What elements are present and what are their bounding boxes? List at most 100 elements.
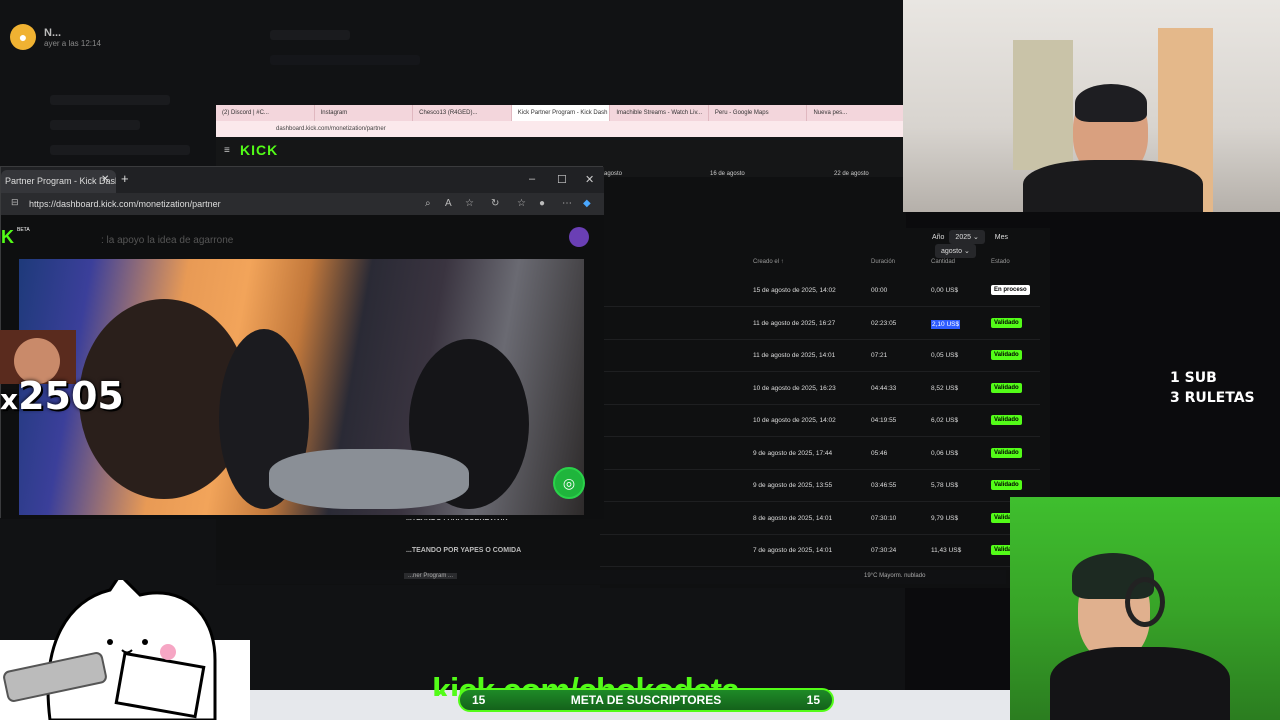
taskbar: ...ner Program ... 19°C Mayorm. nublado bbox=[216, 570, 1006, 584]
new-tab-icon[interactable]: + bbox=[121, 171, 129, 186]
cam-jacket bbox=[1013, 40, 1073, 170]
table-row: 8 de agosto de 2025, 14:01 07:30:10 9,79 U… bbox=[600, 503, 1040, 535]
close-tab-icon[interactable]: ✕ bbox=[101, 174, 109, 185]
cell-duration: 03:46:55 bbox=[871, 482, 897, 489]
close-window-icon[interactable]: ✕ bbox=[585, 173, 594, 186]
status-badge: Validado bbox=[991, 447, 1022, 458]
front-tab-title: Partner Program - Kick Dashb bbox=[5, 176, 116, 186]
minimize-icon[interactable]: – bbox=[529, 173, 535, 185]
front-browser-window: Partner Program - Kick Dashb ✕ + – ☐ ✕ ⊟… bbox=[0, 166, 604, 519]
table-row: 10 de agosto de 2025, 14:02 04:19:55 6,02 … bbox=[600, 405, 1040, 437]
front-address-bar[interactable]: https://dashboard.kick.com/monetization/… bbox=[9, 196, 429, 212]
status-badge: Validado bbox=[991, 382, 1022, 393]
cell-amount: 0,06 US$ bbox=[931, 449, 959, 457]
discord-ghost-row bbox=[270, 30, 350, 40]
back-address-bar[interactable]: dashboard.kick.com/monetization/partner bbox=[216, 121, 906, 137]
sub-line: 1 SUB bbox=[1170, 370, 1217, 386]
cell-amount: 9,79 US$ bbox=[931, 514, 959, 522]
cell-created: 9 de agosto de 2025, 13:55 bbox=[753, 482, 833, 489]
date-label: agosto bbox=[604, 171, 623, 177]
table-row: 9 de agosto de 2025, 17:44 05:46 0,06 US$ V… bbox=[600, 438, 1040, 470]
cell-created: 9 de agosto de 2025, 17:44 bbox=[753, 449, 833, 457]
webcam-top bbox=[903, 0, 1280, 212]
zoom-icon[interactable]: ⌕ bbox=[425, 198, 431, 209]
front-tab-active[interactable]: Partner Program - Kick Dashb bbox=[1, 170, 116, 193]
column-header-amount[interactable]: Cantidad bbox=[931, 259, 955, 265]
column-header-label: Creado el bbox=[753, 259, 780, 265]
discord-ghost-row bbox=[50, 145, 190, 155]
year-select[interactable]: 2025 ⌄ bbox=[949, 230, 985, 244]
read-aloud-icon[interactable]: A bbox=[445, 198, 452, 209]
hamburger-icon[interactable]: ≡ bbox=[224, 145, 230, 156]
user-avatar[interactable] bbox=[569, 227, 589, 247]
cell-duration: 07:30:24 bbox=[871, 547, 897, 554]
front-tab-bar: Partner Program - Kick Dashb ✕ + – ☐ ✕ bbox=[1, 167, 604, 193]
column-header-created[interactable]: Creado el ↑ bbox=[753, 259, 784, 265]
discord-message-header: ● N... ayer a las 12:14 bbox=[10, 20, 310, 54]
stream-title: ...TEANDO POR YAPES O COMIDA bbox=[406, 547, 522, 554]
status-badge: Validado bbox=[991, 480, 1022, 490]
front-page-content: K BETA : la apoyo la idea de agarrone ◎ bbox=[1, 215, 604, 519]
date-label: 22 de agosto bbox=[834, 171, 869, 177]
cell-created: 11 de agosto de 2025, 16:27 bbox=[753, 319, 836, 327]
back-tab[interactable]: Instagram bbox=[315, 105, 414, 121]
discord-ghost-row bbox=[270, 55, 420, 65]
taskbar-item[interactable]: ...ner Program ... bbox=[404, 573, 458, 579]
cell-amount: 2,10 US$ bbox=[931, 319, 961, 329]
video-table bbox=[269, 449, 469, 509]
discord-username[interactable]: N... bbox=[44, 27, 101, 39]
refresh-icon[interactable]: ↻ bbox=[491, 198, 499, 209]
bits-value: 2505 bbox=[18, 374, 124, 418]
discord-ghost-row bbox=[50, 95, 170, 105]
table-row: 7 de agosto de 2025, 14:01 07:30:24 11,43 … bbox=[600, 535, 1040, 567]
status-badge: En proceso bbox=[991, 285, 1030, 295]
collections-icon[interactable]: ☆ bbox=[517, 198, 526, 209]
back-tab[interactable]: Peru - Google Maps bbox=[709, 105, 808, 121]
cell-amount: 6,02 US$ bbox=[931, 417, 959, 424]
back-tab[interactable]: Nueva pes... bbox=[807, 105, 907, 121]
cell-duration: 02:23:05 bbox=[871, 319, 897, 327]
cell-amount: 5,78 US$ bbox=[931, 482, 959, 489]
cell-created: 8 de agosto de 2025, 14:01 bbox=[753, 514, 833, 522]
back-tab-strip: (2) Discord | #C... Instagram Chesco13 (… bbox=[216, 105, 907, 121]
table-filters: Año 2025 ⌄ Mes agosto ⌄ bbox=[932, 230, 1050, 258]
bongo-cat-image bbox=[0, 580, 250, 720]
column-header-status[interactable]: Estado bbox=[991, 259, 1010, 265]
cell-amount: 11,43 US$ bbox=[931, 547, 962, 554]
cell-duration: 07:30:10 bbox=[871, 514, 897, 522]
weather-widget[interactable]: 19°C Mayorm. nublado bbox=[864, 573, 925, 579]
favorite-icon[interactable]: ☆ bbox=[465, 198, 474, 209]
back-tab[interactable]: (2) Discord | #C... bbox=[216, 105, 315, 121]
status-badge: Validado bbox=[991, 350, 1022, 360]
cell-amount: 8,52 US$ bbox=[931, 384, 959, 392]
headset-icon[interactable]: ◎ bbox=[553, 467, 585, 499]
back-tab[interactable]: Chesco13 (R4GED)... bbox=[413, 105, 512, 121]
copilot-icon[interactable]: ◆ bbox=[583, 198, 591, 209]
kick-logo[interactable]: KICK bbox=[240, 142, 278, 158]
kick-logo[interactable]: K bbox=[1, 227, 15, 248]
front-toolbar: ⊟ https://dashboard.kick.com/monetizatio… bbox=[1, 193, 604, 215]
discord-timestamp: ayer a las 12:14 bbox=[44, 38, 101, 48]
column-header-duration[interactable]: Duración bbox=[871, 259, 895, 265]
profile-icon[interactable]: ● bbox=[539, 198, 545, 209]
back-tab-active[interactable]: Kick Partner Program - Kick Dash bbox=[511, 105, 611, 121]
date-label: 16 de agosto bbox=[710, 171, 745, 177]
cell-created: 10 de agosto de 2025, 14:02 bbox=[753, 417, 836, 424]
year-label: Año bbox=[932, 234, 945, 241]
table-row: 15 de agosto de 2025, 14:02 00:00 0,00 US$… bbox=[600, 275, 1040, 307]
month-label: Mes bbox=[994, 234, 1008, 241]
table-row: 11 de agosto de 2025, 14:01 07:21 0,05 US$… bbox=[600, 340, 1040, 372]
month-select[interactable]: agosto ⌄ bbox=[935, 244, 976, 258]
year-value: 2025 bbox=[955, 234, 971, 241]
back-tab[interactable]: Imachible Streams - Watch Liv... bbox=[610, 105, 709, 121]
maximize-icon[interactable]: ☐ bbox=[557, 173, 567, 186]
cell-duration: 00:00 bbox=[871, 287, 888, 294]
more-icon[interactable]: ⋯ bbox=[562, 198, 572, 209]
sub-promo-text: 1 SUB 3 RULETAS bbox=[1170, 368, 1255, 408]
table-row: 9 de agosto de 2025, 13:55 03:46:55 5,78 U… bbox=[600, 470, 1040, 502]
cam-headphones bbox=[1125, 577, 1165, 627]
cell-amount: 0,00 US$ bbox=[931, 287, 959, 294]
cell-duration: 07:21 bbox=[871, 352, 888, 359]
chat-line: : la apoyo la idea de agarrone bbox=[101, 235, 234, 246]
goal-label: META DE SUSCRIPTORES bbox=[570, 693, 722, 707]
